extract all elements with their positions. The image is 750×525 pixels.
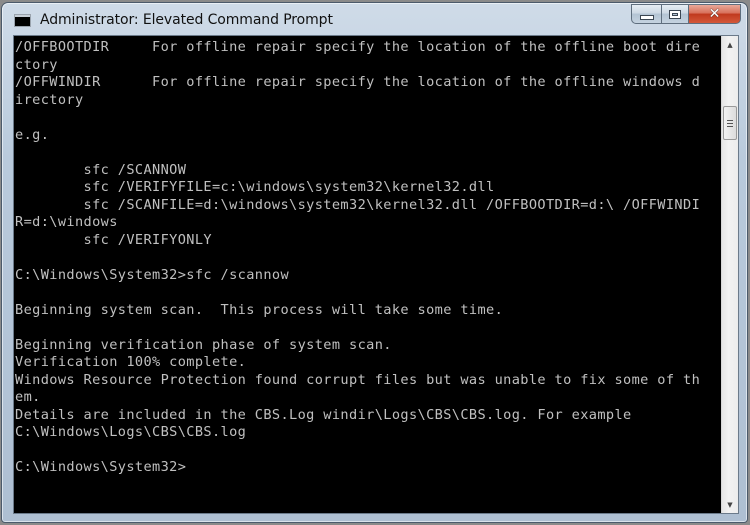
window-title: Administrator: Elevated Command Prompt	[40, 12, 333, 28]
console-line: C:\Windows\System32>	[15, 459, 187, 475]
console-line: /OFFWINDIR For offline repair specify th…	[15, 74, 701, 90]
maximize-button[interactable]	[661, 4, 689, 24]
cmd-app-icon[interactable]	[14, 14, 31, 27]
console-line: ctory	[15, 56, 58, 73]
title-bar[interactable]: Administrator: Elevated Command Prompt ✕	[2, 3, 747, 33]
command-prompt-window: Administrator: Elevated Command Prompt ✕…	[1, 2, 748, 523]
console-line: Beginning verification phase of system s…	[15, 336, 392, 353]
maximize-icon	[669, 9, 681, 19]
console-line: sfc /SCANFILE=d:\windows\system32\kernel…	[15, 196, 701, 213]
scroll-thumb[interactable]	[723, 106, 737, 140]
scroll-down-button[interactable]: ▼	[722, 496, 738, 513]
vertical-scrollbar[interactable]: ▲ ▼	[721, 36, 738, 513]
console-output[interactable]: /OFFBOOTDIR For offline repair specify t…	[15, 39, 720, 511]
arrow-up-icon: ▲	[727, 40, 733, 49]
console-line: Windows Resource Protection found corrup…	[15, 371, 701, 388]
console-line: C:\Windows\Logs\CBS\CBS.log	[15, 424, 247, 440]
console-line: R=d:\windows	[15, 214, 118, 230]
caption-buttons: ✕	[631, 4, 741, 24]
minimize-button[interactable]	[631, 4, 661, 24]
grip-icon	[727, 119, 733, 127]
console-line: Verification 100% complete.	[15, 354, 247, 370]
console-line: /OFFBOOTDIR For offline repair specify t…	[15, 39, 701, 55]
console-line: e.g.	[15, 126, 50, 143]
scroll-up-button[interactable]: ▲	[722, 36, 738, 53]
close-icon: ✕	[708, 6, 721, 22]
console-line: sfc /VERIFYONLY	[15, 231, 212, 248]
console-frame: /OFFBOOTDIR For offline repair specify t…	[13, 35, 739, 514]
arrow-down-icon: ▼	[727, 500, 733, 509]
console-line: irectory	[15, 91, 84, 108]
console-line: Details are included in the CBS.Log wind…	[15, 406, 632, 423]
console-line: em.	[15, 389, 41, 405]
console-line: C:\Windows\System32>sfc /scannow	[15, 266, 290, 283]
console-line: sfc /SCANNOW	[15, 161, 187, 178]
close-button[interactable]: ✕	[689, 4, 741, 24]
minimize-icon	[639, 15, 654, 20]
console-line: sfc /VERIFYFILE=c:\windows\system32\kern…	[15, 179, 495, 195]
console-line: Beginning system scan. This process will…	[15, 301, 504, 318]
